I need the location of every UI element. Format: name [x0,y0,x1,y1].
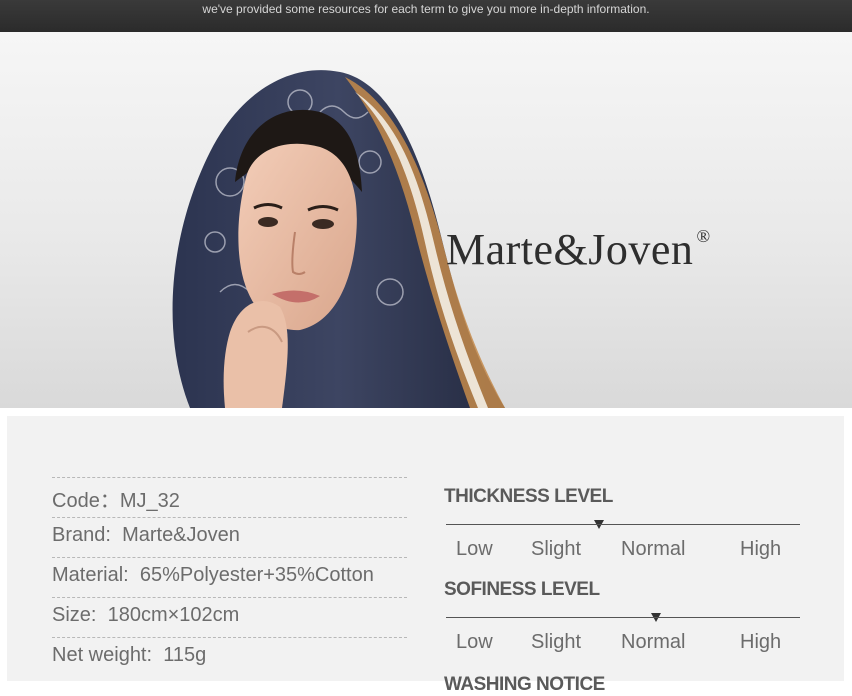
registered-mark: ® [696,226,711,246]
brand-logo-text: Marte&Joven [446,225,694,274]
thickness-scale-high: High [740,538,782,560]
spec-label: Size: [52,604,97,626]
spec-list: Code：MJ_32 Brand: Marte&Joven Material: … [52,477,407,677]
spec-value: 180cm×102cm [107,604,240,626]
top-notice-text: we've provided some resources for each t… [202,2,650,16]
spec-row-material: Material: 65%Polyester+35%Cotton [52,557,407,597]
spec-row-size: Size: 180cm×102cm [52,597,407,637]
softness-scale-line [446,617,800,618]
spec-label: Code： [52,490,120,512]
thickness-scale-line [446,524,800,525]
spec-row-code: Code：MJ_32 [52,477,407,517]
thickness-level-title: THICKNESS LEVEL [444,486,613,507]
top-notice-bar: we've provided some resources for each t… [0,0,852,32]
spec-label: Material: [52,564,129,586]
spec-label: Net weight: [52,644,153,666]
hero-banner: Marte&Joven ® [0,32,852,408]
softness-level-title: SOFINESS LEVEL [444,579,600,600]
softness-scale-high: High [740,631,782,653]
thickness-scale-low: Low [456,538,493,560]
spec-value: MJ_32 [119,490,180,512]
model-photo-illustration [172,70,505,408]
spec-value: 115g [163,644,207,666]
spec-value: 65%Polyester+35%Cotton [139,564,374,586]
spec-label: Brand: [52,524,111,546]
softness-scale-normal: Normal [621,631,686,653]
thickness-scale-normal: Normal [621,538,686,560]
thickness-scale-slight: Slight [531,538,582,560]
spec-row-net-weight: Net weight: 115g [52,637,407,677]
brand-logo: Marte&Joven ® [446,224,711,275]
spec-value: Marte&Joven [122,524,240,546]
spec-row-brand: Brand: Marte&Joven [52,517,407,557]
product-info-panel: Code：MJ_32 Brand: Marte&Joven Material: … [7,416,844,695]
washing-notice-title: WASHING NOTICE [444,674,605,695]
softness-scale-slight: Slight [531,631,582,653]
softness-scale-low: Low [456,631,493,653]
